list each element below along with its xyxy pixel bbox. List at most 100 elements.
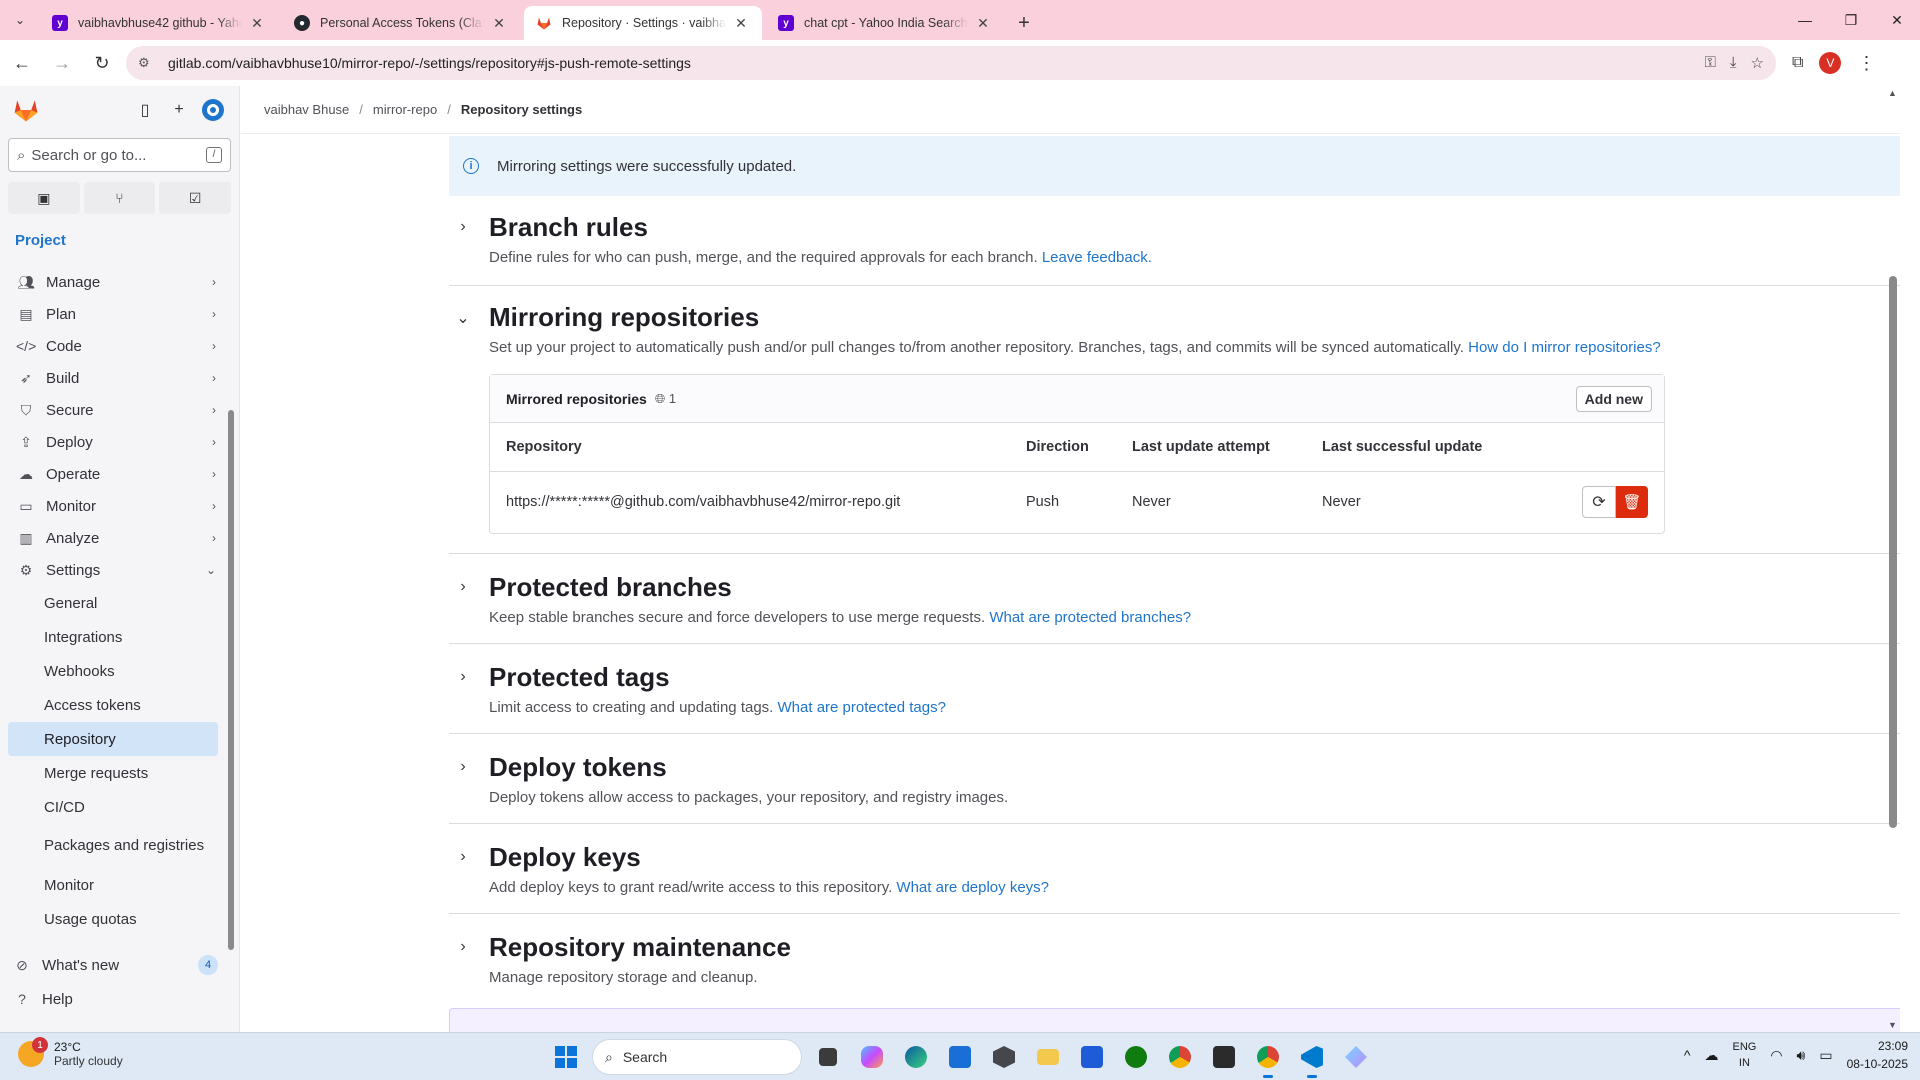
browser-tab-1[interactable]: y vaibhavbhuse42 github - Yahoo ✕	[40, 6, 278, 40]
sidebar-item-build[interactable]: ➶ Build ›	[4, 362, 228, 394]
sidebar-item-code[interactable]: </> Code ›	[4, 330, 228, 362]
close-window-icon[interactable]: ✕	[1874, 0, 1920, 40]
battery-icon[interactable]: ▭	[1819, 1047, 1832, 1064]
section-title[interactable]: Repository maintenance	[489, 932, 1900, 963]
extensions-icon[interactable]: ⧉	[1792, 54, 1803, 72]
chevron-right-icon[interactable]: ›	[455, 848, 471, 866]
network-status-icon[interactable]: ☁	[1704, 1047, 1718, 1064]
breadcrumb-current[interactable]: Repository settings	[461, 102, 582, 117]
deploy-keys-link[interactable]: What are deploy keys?	[896, 879, 1049, 896]
create-new-icon[interactable]: +	[165, 96, 193, 124]
terminal-icon[interactable]	[1206, 1039, 1242, 1075]
chevron-right-icon[interactable]: ›	[455, 578, 471, 596]
section-title[interactable]: Protected tags	[489, 662, 1900, 693]
section-title[interactable]: Deploy tokens	[489, 752, 1900, 783]
sidebar-scrollbar[interactable]	[227, 270, 235, 950]
sidebar-item-settings[interactable]: ⚙ Settings ⌄	[4, 554, 228, 586]
close-tab-icon[interactable]: ✕	[974, 15, 992, 32]
chrome-icon[interactable]	[1162, 1039, 1198, 1075]
password-key-icon[interactable]: ⚿	[1704, 54, 1715, 72]
breadcrumb-owner[interactable]: vaibhav Bhuse	[264, 102, 349, 117]
sidebar-item-plan[interactable]: ▤ Plan ›	[4, 298, 228, 330]
start-button[interactable]	[548, 1039, 584, 1075]
section-title[interactable]: Protected branches	[489, 572, 1900, 603]
scrollbar-thumb[interactable]	[1889, 276, 1897, 828]
browser-menu-icon[interactable]: ⋮	[1857, 53, 1875, 74]
sidebar-sub-packages[interactable]: Packages and registries	[8, 824, 218, 868]
protected-branches-link[interactable]: What are protected branches?	[989, 609, 1191, 626]
reload-button[interactable]: ↻	[84, 45, 120, 81]
vpn-app-icon[interactable]	[1074, 1039, 1110, 1075]
section-title[interactable]: Mirroring repositories	[489, 302, 1900, 333]
sidebar-sub-access-tokens[interactable]: Access tokens	[8, 688, 218, 722]
scroll-down-icon[interactable]: ▼	[1888, 1020, 1897, 1030]
sidebar-item-secure[interactable]: ⛉ Secure ›	[4, 394, 228, 426]
sidebar-sub-integrations[interactable]: Integrations	[8, 620, 218, 654]
browser-tab-4[interactable]: y chat cpt - Yahoo India Search R ✕	[766, 6, 1004, 40]
wifi-icon[interactable]: ◠	[1770, 1047, 1782, 1064]
gitlab-logo-icon[interactable]	[12, 96, 40, 124]
issues-count-button[interactable]: ▣	[8, 182, 80, 214]
sidebar-item-monitor[interactable]: ▭ Monitor ›	[4, 490, 228, 522]
help-button[interactable]: ? Help	[0, 982, 240, 1016]
bookmark-star-icon[interactable]: ☆	[1751, 54, 1764, 72]
show-hidden-icons[interactable]: ^	[1684, 1047, 1691, 1063]
sidebar-sub-repository[interactable]: Repository	[8, 722, 218, 756]
chevron-right-icon[interactable]: ›	[455, 938, 471, 956]
language-indicator[interactable]: ENG IN	[1732, 1039, 1756, 1071]
sidebar-item-analyze[interactable]: ▥ Analyze ›	[4, 522, 228, 554]
chrome-active-icon[interactable]	[1250, 1039, 1286, 1078]
sidebar-item-deploy[interactable]: ⇪ Deploy ›	[4, 426, 228, 458]
search-input[interactable]: ⌕ Search or go to... /	[8, 138, 231, 172]
protected-tags-link[interactable]: What are protected tags?	[778, 699, 946, 716]
sidebar-sub-merge-requests[interactable]: Merge requests	[8, 756, 218, 790]
restore-icon[interactable]: ❐	[1828, 0, 1874, 40]
task-view-icon[interactable]	[810, 1039, 846, 1075]
profile-avatar[interactable]: V	[1819, 52, 1842, 74]
sidebar-item-operate[interactable]: ☁ Operate ›	[4, 458, 228, 490]
sidebar-sub-usage-quotas[interactable]: Usage quotas	[8, 902, 218, 936]
minimize-icon[interactable]: —	[1782, 0, 1828, 40]
sidebar-sub-webhooks[interactable]: Webhooks	[8, 654, 218, 688]
chevron-right-icon[interactable]: ›	[455, 218, 471, 236]
breadcrumb-repo[interactable]: mirror-repo	[373, 102, 437, 117]
app-hexagon-icon[interactable]	[986, 1039, 1022, 1075]
back-button[interactable]: ←	[4, 45, 40, 81]
scrollbar-thumb[interactable]	[228, 410, 234, 950]
sidebar-sub-monitor[interactable]: Monitor	[8, 868, 218, 902]
sidebar-sub-ci-cd[interactable]: CI/CD	[8, 790, 218, 824]
close-tab-icon[interactable]: ✕	[732, 15, 750, 32]
volume-icon[interactable]: 🔊︎	[1797, 1047, 1806, 1064]
install-app-icon[interactable]: ⤓	[1730, 54, 1737, 72]
section-title[interactable]: Deploy keys	[489, 842, 1900, 873]
weather-widget[interactable]: 1 23°C Partly cloudy	[18, 1037, 123, 1068]
sidebar-sub-general[interactable]: General	[8, 586, 218, 620]
vscode-icon[interactable]	[1294, 1039, 1330, 1078]
mirror-help-link[interactable]: How do I mirror repositories?	[1468, 339, 1661, 356]
chevron-right-icon[interactable]: ›	[455, 758, 471, 776]
browser-tab-3[interactable]: Repository · Settings · vaibhav B ✕	[524, 6, 762, 40]
section-title[interactable]: Branch rules	[489, 212, 1900, 243]
xbox-icon[interactable]	[1118, 1039, 1154, 1075]
file-explorer-icon[interactable]	[1030, 1039, 1066, 1075]
update-now-button[interactable]: ⟳	[1582, 486, 1616, 519]
sidebar-item-manage[interactable]: 👥︎ Manage ›	[4, 266, 228, 298]
browser-tab-2[interactable]: ● Personal Access Tokens (Classic) ✕	[282, 6, 520, 40]
new-tab-button[interactable]: +	[1008, 6, 1040, 40]
sidebar-toggle-icon[interactable]: ▯	[131, 96, 159, 124]
edge-icon[interactable]	[898, 1039, 934, 1075]
close-tab-icon[interactable]: ✕	[490, 15, 508, 32]
taskbar-search[interactable]: ⌕ Search	[592, 1039, 802, 1075]
add-new-button[interactable]: Add new	[1575, 385, 1652, 412]
copilot-icon[interactable]	[854, 1039, 890, 1075]
todos-count-button[interactable]: ☑	[159, 182, 232, 214]
chevron-right-icon[interactable]: ›	[455, 668, 471, 686]
delete-mirror-button[interactable]: 🗑︎	[1616, 486, 1648, 519]
address-bar[interactable]: ⚙ gitlab.com/vaibhavbhuse10/mirror-repo/…	[126, 46, 1776, 80]
main-scrollbar[interactable]: ▲ ▼	[1886, 86, 1900, 1032]
gem-app-icon[interactable]	[1338, 1039, 1374, 1075]
clock[interactable]: 23:09 08-10-2025	[1847, 1037, 1908, 1073]
site-info-icon[interactable]: ⚙	[138, 55, 158, 71]
forward-button[interactable]: →	[44, 45, 80, 81]
tab-search-button[interactable]: ⌄	[0, 0, 40, 40]
